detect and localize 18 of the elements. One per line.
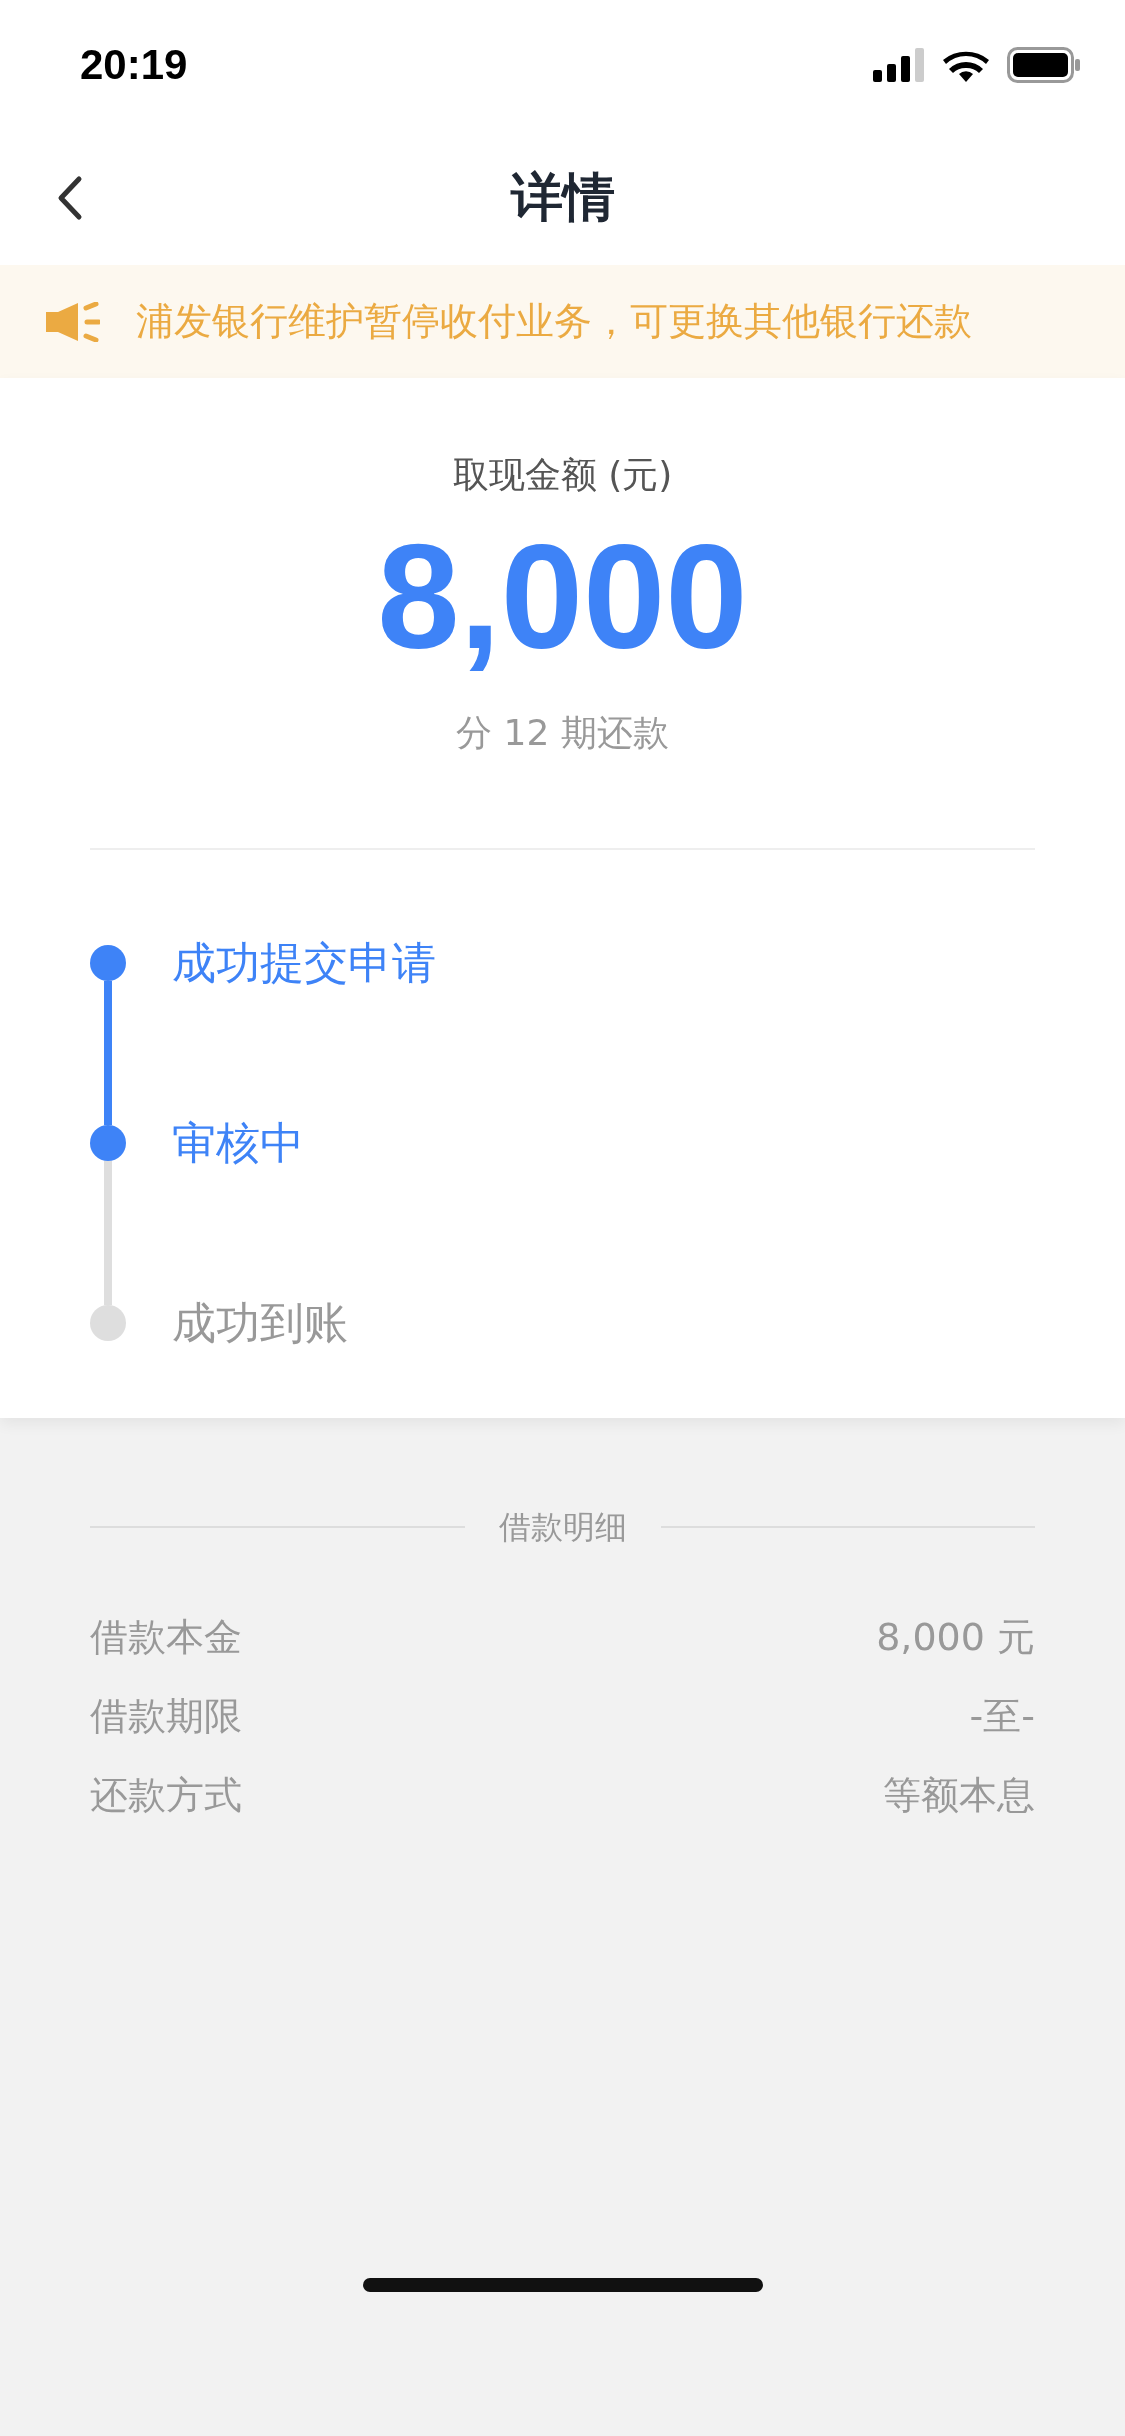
installments-text: 分 12 期还款 — [456, 711, 669, 755]
clock: 20:19 — [80, 41, 188, 89]
detail-value: 8,000 元 — [876, 1614, 1035, 1661]
detail-label: 还款方式 — [90, 1772, 242, 1819]
step-label: 成功提交申请 — [172, 936, 436, 990]
page-title: 详情 — [510, 165, 615, 229]
amount-value: 8,000 — [377, 513, 748, 681]
notice-text: 浦发银行维护暂停收付业务，可更换其他银行还款 — [136, 298, 972, 345]
detail-value: 等额本息 — [883, 1772, 1035, 1819]
step-label: 审核中 — [172, 1116, 304, 1170]
amount-label: 取现金额 (元) — [452, 453, 673, 497]
detail-label: 借款期限 — [90, 1693, 242, 1740]
battery-icon — [1007, 47, 1081, 83]
detail-label: 借款本金 — [90, 1614, 242, 1661]
section-title: 借款明细 — [498, 1507, 627, 1548]
detail-value: -至- — [969, 1693, 1035, 1740]
speaker-icon — [46, 301, 100, 342]
signal-icon — [873, 48, 925, 82]
